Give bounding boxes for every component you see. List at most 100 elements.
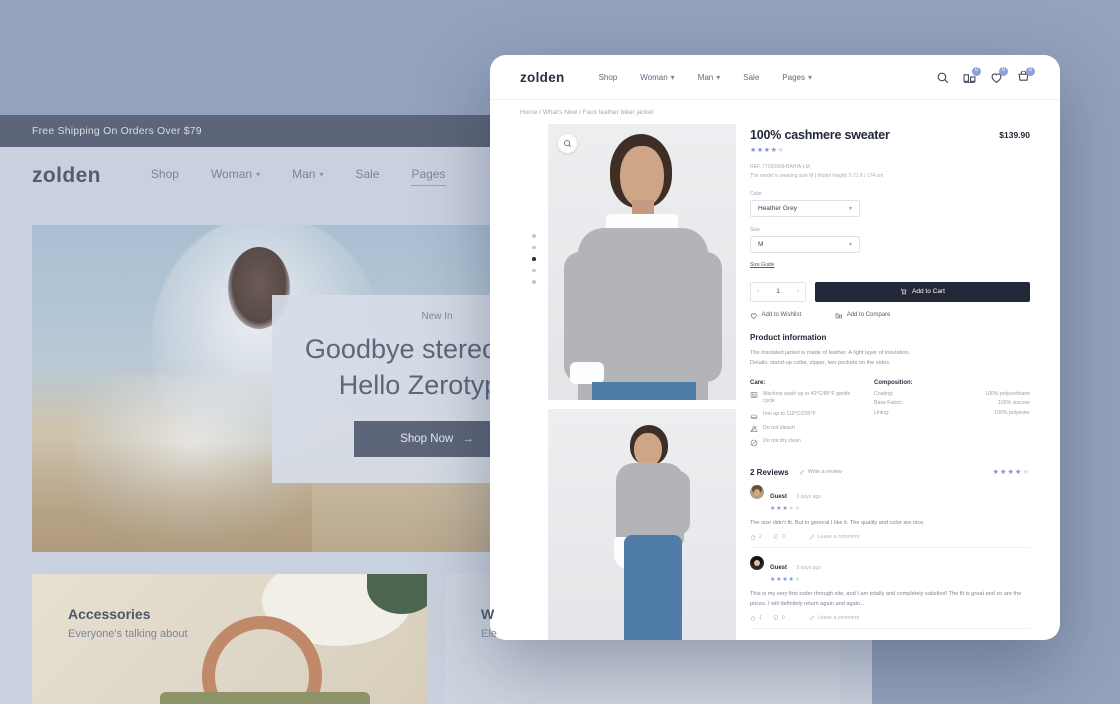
product-image-secondary[interactable] bbox=[548, 409, 736, 640]
gallery-dot-4[interactable] bbox=[532, 268, 536, 272]
avatar-face bbox=[754, 488, 760, 496]
size-guide-link[interactable]: Size Guide bbox=[750, 262, 774, 268]
gallery-pagination-dots[interactable] bbox=[532, 234, 536, 284]
gallery-dot-3-active[interactable] bbox=[532, 257, 536, 261]
care-heading: Care: bbox=[750, 379, 766, 386]
bg-nav-shop[interactable]: Shop bbox=[151, 167, 179, 185]
product-reference: REF. 77065908-BAHIA-LM bbox=[750, 164, 810, 170]
thumbs-down-icon bbox=[773, 534, 778, 540]
bg-nav-man[interactable]: Man ▾ bbox=[292, 167, 323, 185]
cart-icon[interactable]: 0 bbox=[1017, 66, 1035, 84]
quantity-decrease-button[interactable]: ‹ bbox=[757, 288, 759, 295]
leave-comment-label: Leave a comment bbox=[817, 614, 860, 621]
review-like-button[interactable]: 1 bbox=[750, 615, 762, 621]
chevron-down-icon: ▾ bbox=[256, 169, 261, 179]
quantity-increase-button[interactable]: › bbox=[797, 288, 799, 295]
reviews-heading: 2 Reviews bbox=[750, 467, 789, 477]
product-title-row: 100% cashmere sweater $139.90 bbox=[750, 128, 1030, 142]
model-face bbox=[620, 146, 664, 208]
leave-comment-button[interactable]: Leave a comment bbox=[809, 534, 859, 540]
care-item-text: Machine wash up to 40°C/86°F gentle cycl… bbox=[763, 390, 851, 405]
bg-nav-sale[interactable]: Sale bbox=[355, 167, 379, 185]
size-select-value: M bbox=[758, 240, 764, 248]
add-to-cart-button[interactable]: Add to Cart bbox=[815, 281, 1030, 302]
nav-item-sale[interactable]: Sale bbox=[743, 73, 759, 82]
bg-nav-man-label: Man bbox=[292, 167, 316, 181]
model-shirt-cuff bbox=[570, 362, 604, 384]
chevron-down-icon: ▾ bbox=[716, 72, 721, 82]
bg-nav-pages[interactable]: Pages bbox=[411, 167, 446, 186]
compare-badge: 0 bbox=[972, 66, 981, 76]
modal-logo[interactable]: zolden bbox=[520, 70, 565, 85]
thumbs-down-icon bbox=[773, 615, 778, 621]
review-dislike-count: 0 bbox=[781, 614, 785, 621]
review-body: The size didn't fit. But in general I li… bbox=[750, 519, 925, 526]
gallery-dot-2[interactable] bbox=[532, 245, 536, 249]
review-dislike-button[interactable]: 0 bbox=[773, 615, 785, 621]
color-select-value: Heather Grey bbox=[758, 204, 798, 212]
wishlist-heart-icon[interactable]: 0 bbox=[990, 66, 1008, 84]
review-dislike-button[interactable]: 0 bbox=[773, 534, 785, 540]
add-to-wishlist-label: Add to Wishlist bbox=[761, 312, 802, 319]
search-icon[interactable] bbox=[936, 71, 949, 84]
purchase-row: ‹ 1 › Add to Cart bbox=[750, 281, 1030, 302]
product-price: $139.90 bbox=[999, 130, 1030, 140]
hero-field-foreground bbox=[32, 442, 312, 552]
composition-label: Coating: bbox=[874, 390, 894, 397]
chevron-down-icon: ▾ bbox=[319, 169, 324, 179]
nav-item-man[interactable]: Man ▾ bbox=[698, 73, 721, 82]
composition-label: Base Fabric: bbox=[874, 400, 904, 407]
star-empty: ★ bbox=[794, 576, 801, 583]
leave-comment-button[interactable]: Leave a comment bbox=[809, 615, 859, 621]
product-page-modal: zolden Shop Woman ▾ Man ▾ Sale Pages ▾ 0 0 … bbox=[490, 55, 1060, 640]
product-image-primary[interactable] bbox=[548, 124, 736, 400]
nav-item-pages[interactable]: Pages ▾ bbox=[782, 73, 812, 82]
color-select[interactable]: Heather Grey ▾ bbox=[750, 199, 860, 217]
card-text-block: Accessories Everyone's talking about bbox=[68, 606, 188, 640]
care-item-text: Do not dry clean bbox=[763, 438, 801, 445]
review-header: Guest 3 days ago ★★★★★ bbox=[750, 484, 1030, 512]
nav-item-woman-label: Woman bbox=[640, 72, 668, 82]
nav-item-shop-label: Shop bbox=[598, 72, 618, 82]
composition-item: Base Fabric: 100% viscose bbox=[874, 400, 1030, 406]
breadcrumb[interactable]: Home / What's New / Faux leather biker j… bbox=[490, 100, 1060, 116]
gallery-images bbox=[548, 124, 736, 640]
composition-item: Lining: 100% polyester bbox=[874, 410, 1030, 416]
washing-machine-icon bbox=[750, 392, 758, 399]
review-like-count: 1 bbox=[759, 614, 762, 621]
size-select[interactable]: M ▾ bbox=[750, 235, 860, 253]
product-rating-stars[interactable]: ★★★★★ bbox=[750, 146, 1030, 154]
avatar bbox=[750, 555, 764, 570]
star-empty: ★★ bbox=[788, 505, 801, 512]
composition-column: Composition: Coating: 100% polyurethane … bbox=[874, 380, 1030, 452]
nav-item-woman[interactable]: Woman ▾ bbox=[640, 73, 674, 82]
background-logo[interactable]: zolden bbox=[32, 164, 101, 188]
add-to-wishlist-button[interactable]: Add to Wishlist bbox=[750, 312, 801, 320]
cart-badge: 0 bbox=[1026, 66, 1035, 76]
write-review-button[interactable]: Write a review bbox=[799, 469, 842, 475]
category-card-accessories[interactable]: Accessories Everyone's talking about bbox=[32, 574, 427, 704]
add-to-compare-button[interactable]: Add to Compare bbox=[835, 312, 890, 320]
thumbs-up-icon bbox=[751, 615, 756, 621]
composition-heading: Composition: bbox=[874, 379, 913, 386]
product-information-p1: The insulated jacket is made of leather.… bbox=[750, 350, 911, 356]
compare-icon[interactable]: 0 bbox=[963, 66, 981, 84]
review-meta: Guest 5 days ago ★★★★★ bbox=[770, 556, 821, 583]
card-subtitle-2: Ele bbox=[481, 628, 497, 640]
image-zoom-button[interactable] bbox=[558, 134, 577, 153]
review-like-button[interactable]: 2 bbox=[750, 534, 762, 540]
gallery-dot-1[interactable] bbox=[532, 234, 536, 238]
product-information-heading: Product information bbox=[750, 333, 827, 342]
review-actions: 1 0 Leave a comment bbox=[750, 615, 1030, 621]
bg-nav-woman[interactable]: Woman ▾ bbox=[211, 167, 260, 185]
care-item: Do not dry clean bbox=[750, 438, 860, 447]
product-model-note: The model is wearing size M | Model heig… bbox=[750, 172, 884, 179]
nav-item-pages-label: Pages bbox=[782, 72, 805, 82]
nav-item-shop[interactable]: Shop bbox=[599, 73, 618, 82]
chevron-down-icon: ▾ bbox=[848, 241, 852, 248]
secondary-actions: Add to Wishlist Add to Compare bbox=[750, 312, 1030, 320]
product-gallery bbox=[520, 124, 736, 640]
gallery-dot-5[interactable] bbox=[532, 280, 536, 284]
reviews-average-stars: ★★★★★ bbox=[992, 469, 1030, 477]
quantity-stepper[interactable]: ‹ 1 › bbox=[750, 281, 806, 302]
